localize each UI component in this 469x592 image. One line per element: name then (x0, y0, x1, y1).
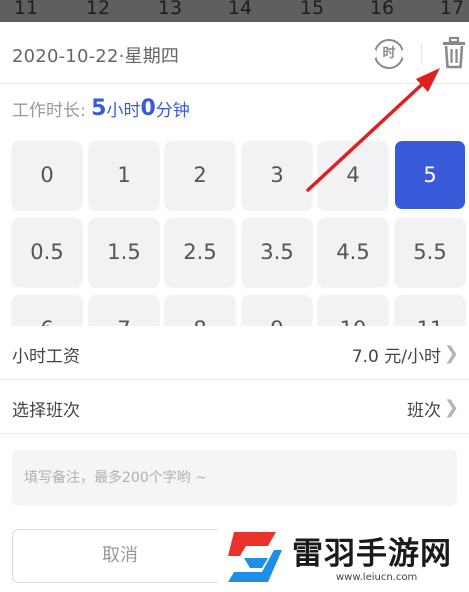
hour-option[interactable]: 3 (242, 141, 312, 209)
hour-option-selected[interactable]: 5 (395, 141, 465, 209)
calendar-day[interactable]: 14 (220, 0, 260, 19)
hour-option[interactable]: 8 (165, 295, 235, 326)
record-header: 2020-10-22·星期四 时 (0, 22, 469, 84)
calendar-day[interactable]: 13 (150, 0, 190, 19)
calendar-day[interactable]: 12 (78, 0, 118, 19)
rest-day-icon[interactable]: 时 (373, 39, 405, 69)
calendar-day[interactable]: 11 (6, 0, 46, 19)
shift-select-row[interactable]: 选择班次 班次 ❯ (0, 382, 469, 434)
duration-hours: 5 (91, 96, 107, 121)
hour-selection-grid: 0 1 2 3 4 5 0.5 1.5 2.5 3.5 4.5 5.5 6 7 … (0, 134, 469, 326)
work-duration: 工作时长: 5小时0分钟 (12, 96, 190, 126)
hour-option[interactable]: 1.5 (89, 218, 159, 286)
hour-option[interactable]: 6 (12, 295, 82, 326)
hour-option[interactable]: 7 (89, 295, 159, 326)
trash-icon[interactable] (441, 36, 467, 70)
chevron-right-icon: ❯ (443, 343, 459, 364)
duration-minutes: 0 (140, 96, 156, 121)
shift-label: 选择班次 (12, 401, 80, 421)
remark-input[interactable] (12, 450, 457, 506)
selected-date: 2020-10-22·星期四 (12, 46, 180, 67)
header-divider (421, 44, 422, 64)
duration-minutes-unit: 分钟 (155, 101, 190, 121)
shift-value: 班次 (407, 401, 441, 421)
hour-option[interactable]: 9 (242, 295, 312, 326)
work-duration-label: 工作时长: (12, 101, 86, 121)
hourly-wage-label: 小时工资 (12, 347, 80, 367)
hour-option[interactable]: 4 (318, 141, 388, 209)
hour-option[interactable]: 10 (318, 295, 388, 326)
hour-option[interactable]: 2 (165, 141, 235, 209)
hour-option[interactable]: 11 (395, 295, 465, 326)
cancel-button[interactable]: 取消 (12, 529, 228, 583)
calendar-day[interactable]: 15 (292, 0, 332, 19)
watermark-url: www.leiucn.com (336, 572, 418, 583)
hourly-wage-row[interactable]: 小时工资 7.0 元/小时 ❯ (0, 328, 469, 380)
hourly-wage-value: 7.0 元/小时 (351, 347, 441, 367)
hour-option[interactable]: 5.5 (395, 218, 465, 286)
hour-option[interactable]: 2.5 (165, 218, 235, 286)
calendar-week-strip: 11 12 13 14 15 16 17 (0, 0, 469, 22)
hour-option[interactable]: 0 (12, 141, 82, 209)
hour-option[interactable]: 0.5 (12, 218, 82, 286)
calendar-day[interactable]: 16 (362, 0, 402, 19)
chevron-right-icon: ❯ (443, 397, 459, 418)
hour-option[interactable]: 1 (89, 141, 159, 209)
duration-hours-unit: 小时 (106, 101, 141, 121)
watermark-title: 雷羽手游网 (292, 536, 452, 572)
calendar-day[interactable]: 17 (432, 0, 469, 19)
hour-option[interactable]: 3.5 (242, 218, 312, 286)
watermark-logo-icon (228, 532, 282, 582)
hour-option[interactable]: 4.5 (318, 218, 388, 286)
site-watermark: 雷羽手游网 www.leiucn.com (218, 522, 469, 592)
